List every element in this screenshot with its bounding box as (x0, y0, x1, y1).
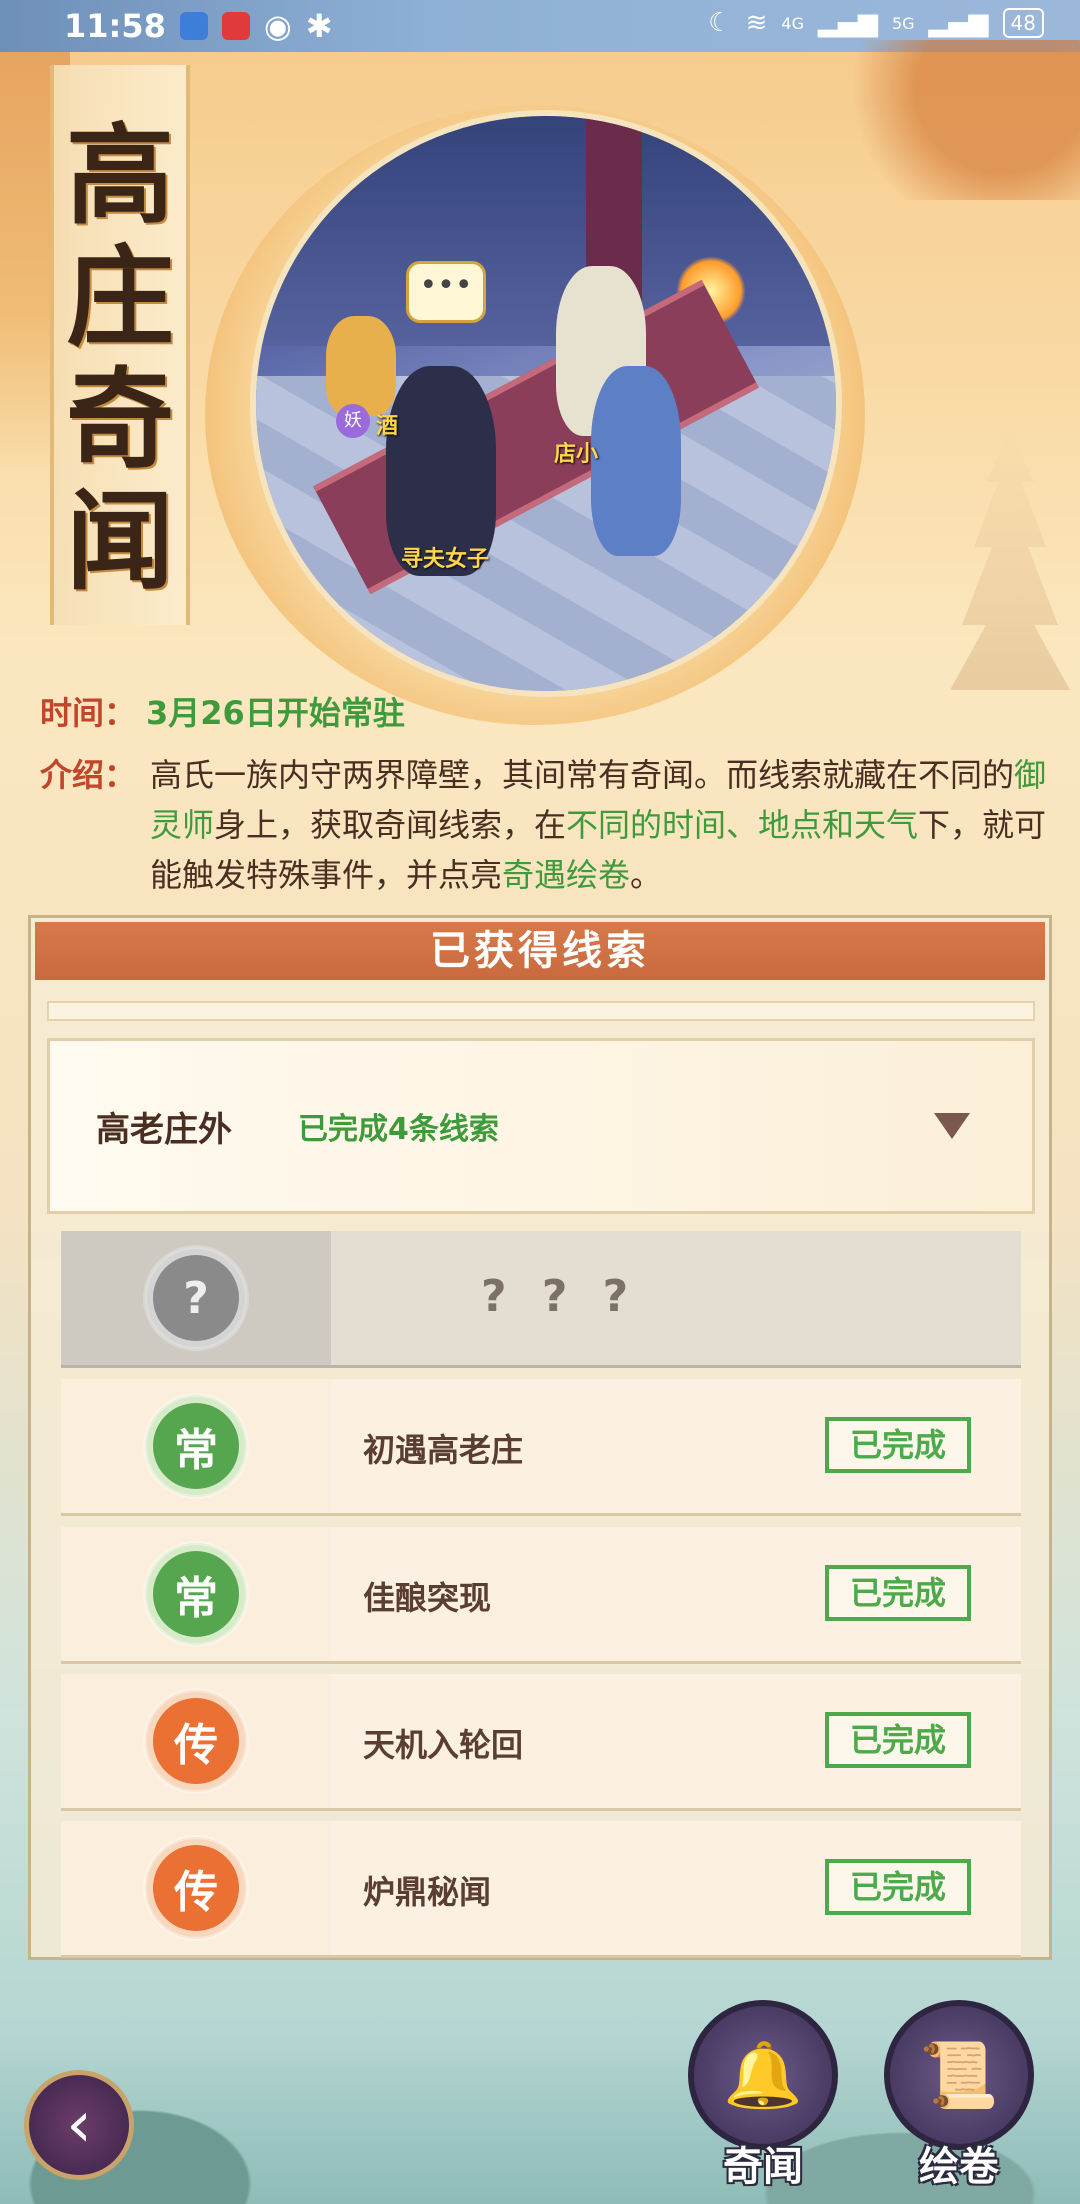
panel-header: 已获得线索 (35, 922, 1045, 980)
qiwen-label[interactable]: 奇闻 (688, 2134, 838, 2192)
signal-4g: 4G (781, 13, 804, 33)
scroll-icon: 📜 (919, 2038, 999, 2113)
clue-name: 天机入轮回 (363, 1726, 524, 1764)
huijuan-label[interactable]: 绘卷 (884, 2134, 1034, 2192)
browser-app-icon (179, 12, 208, 40)
clue-icon-cell: 常 (61, 1379, 331, 1513)
clue-icon-cell: 传 (61, 1821, 331, 1955)
clue-row-locked[interactable]: ? ? ? ? (61, 1231, 1021, 1365)
clue-icon-cell: ? (61, 1231, 331, 1365)
completed-stamp: 已完成 (825, 1565, 971, 1621)
title-char: 高 (65, 113, 174, 239)
chuan-badge-icon: 传 (143, 1835, 249, 1941)
chuan-badge-icon: 传 (143, 1688, 249, 1794)
intro-part: 高氏一族内守两界障壁，其间常有奇闻。而线索就藏在不同的 (150, 756, 1015, 794)
event-time-row: 时间： 3月26日开始常驻 (40, 688, 1050, 738)
clue-name-cell: 天机入轮回 已完成 (331, 1674, 1021, 1808)
red-app-icon (221, 12, 250, 40)
clue-row[interactable]: 常 佳酿突现 已完成 (61, 1527, 1021, 1661)
chevron-down-icon[interactable] (934, 1113, 970, 1139)
signal-bars-icon: ▂▄▆ (928, 8, 989, 38)
location-name: 高老庄外 (96, 1109, 232, 1150)
clues-panel: 已获得线索 高老庄外 已完成4条线索 ? ? ? ? 常 初遇高老庄 已完成 常… (28, 915, 1052, 1960)
completed-stamp: 已完成 (825, 1859, 971, 1915)
signal-5g: 5G (891, 13, 915, 33)
question-mark-icon: ? (143, 1245, 249, 1351)
time-value: 3月26日开始常驻 (146, 694, 405, 732)
clue-name: ? ? ? (481, 1271, 639, 1322)
moon-icon: ☾ (708, 8, 732, 38)
clue-name-cell: 佳酿突现 已完成 (331, 1527, 1021, 1661)
intro-part: 身上，获取奇闻线索，在 (214, 806, 567, 844)
event-intro-row: 介绍： 高氏一族内守两界障壁，其间常有奇闻。而线索就藏在不同的御灵师身上，获取奇… (40, 750, 1050, 900)
status-right: ☾ ≋ 4G ▂▄▆ 5G ▂▄▆ 48 (708, 8, 1044, 38)
scene-wall (256, 116, 836, 346)
pagoda-silhouette (950, 430, 1070, 690)
event-scene-portrait: ••• 妖 酒 店小 寻夫女子 (250, 110, 842, 697)
clue-icon-cell: 常 (61, 1527, 331, 1661)
huijuan-button[interactable]: 📜 (884, 2000, 1034, 2150)
back-arrow-icon: ‹ (66, 2088, 92, 2162)
location-status: 已完成4条线索 (298, 1112, 499, 1147)
eye-icon: ◉ (263, 7, 292, 45)
status-time: 11:58 (64, 7, 166, 45)
monkey-character (326, 316, 396, 416)
signal-bars-icon: ▂▄▆ (817, 8, 878, 38)
completed-stamp: 已完成 (825, 1712, 971, 1768)
clue-row[interactable]: 常 初遇高老庄 已完成 (61, 1379, 1021, 1513)
clue-icon-cell: 传 (61, 1674, 331, 1808)
clue-name: 佳酿突现 (363, 1579, 492, 1617)
clue-name-cell: 初遇高老庄 已完成 (331, 1379, 1021, 1513)
chang-badge-icon: 常 (143, 1541, 249, 1647)
intro-highlight: 奇遇绘卷 (502, 856, 631, 894)
battery-indicator: 48 (1002, 8, 1044, 38)
event-title-scroll: 高 庄 奇 闻 (50, 65, 190, 625)
npc-label-xunfu: 寻夫女子 (401, 547, 490, 572)
autumn-leaves-right (820, 40, 1080, 200)
back-button[interactable]: ‹ (24, 2070, 134, 2180)
qiwen-button[interactable]: 🔔 (688, 2000, 838, 2150)
intro-highlight: 不同的时间、地点和天气 (566, 806, 919, 844)
title-char: 庄 (65, 235, 174, 361)
speech-bubble-icon: ••• (406, 261, 486, 323)
yao-badge: 妖 (336, 404, 370, 438)
clue-name: 炉鼎秘闻 (363, 1873, 492, 1911)
intro-part: 。 (630, 856, 663, 894)
clue-row[interactable]: 传 天机入轮回 已完成 (61, 1674, 1021, 1808)
title-char: 奇 (65, 357, 174, 483)
bluetooth-icon: ✱ (305, 7, 333, 45)
clue-name: 初遇高老庄 (363, 1431, 524, 1469)
title-char: 闻 (65, 479, 174, 605)
location-row-gaolaozhuang[interactable]: 高老庄外 已完成4条线索 (47, 1038, 1035, 1214)
panel-divider-bar (47, 1001, 1035, 1021)
chang-badge-icon: 常 (143, 1393, 249, 1499)
clue-name-cell: ? ? ? (331, 1231, 1021, 1365)
player-character (591, 366, 681, 556)
bell-icon: 🔔 (723, 2038, 803, 2113)
intro-label: 介绍： (40, 756, 137, 794)
npc-label-jiu: 酒 (376, 414, 399, 439)
clue-row[interactable]: 传 炉鼎秘闻 已完成 (61, 1821, 1021, 1955)
time-label: 时间： (40, 694, 137, 732)
completed-stamp: 已完成 (825, 1417, 971, 1473)
clue-name-cell: 炉鼎秘闻 已完成 (331, 1821, 1021, 1955)
npc-label-dianxiao: 店小 (554, 442, 599, 467)
intro-text: 高氏一族内守两界障壁，其间常有奇闻。而线索就藏在不同的御灵师身上，获取奇闻线索，… (150, 750, 1050, 900)
wifi-icon: ≋ (745, 8, 768, 38)
